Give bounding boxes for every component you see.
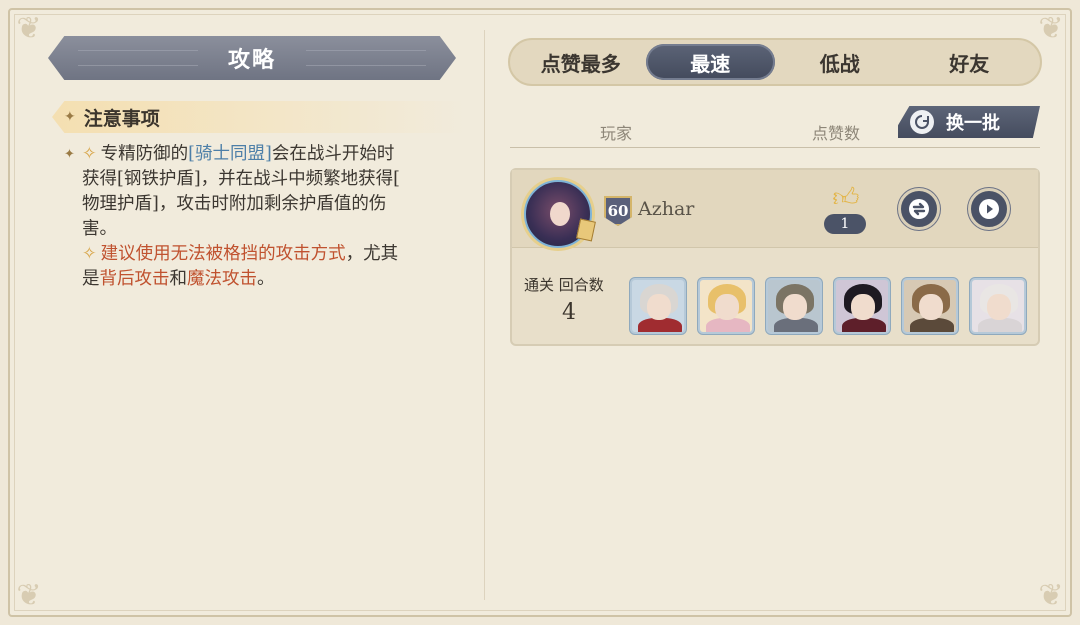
hero-body: [706, 318, 750, 332]
highlight-text: 背后攻击: [99, 269, 170, 289]
hero-portrait[interactable]: [630, 278, 686, 334]
hero-portrait[interactable]: [902, 278, 958, 334]
refresh-icon: [910, 110, 934, 134]
play-icon: [979, 199, 999, 219]
star-icon: ✧: [82, 244, 97, 264]
note-text: 获得[钢铁护盾]，并在战斗中频繁地获得[: [82, 169, 400, 189]
hero-body: [978, 318, 1022, 332]
card-player-row: 60 Azhar 👍︎ 1: [512, 170, 1038, 248]
banner-ornament: [306, 50, 426, 66]
avatar-face: [550, 202, 570, 226]
tab-friends[interactable]: 好友: [905, 44, 1035, 80]
header-divider: [510, 147, 1040, 148]
panel-divider: [484, 30, 485, 600]
tab-most-liked[interactable]: 点赞最多: [516, 44, 646, 80]
corner-ornament-icon: ❦: [16, 578, 42, 613]
sparkle-icon: ✦: [64, 109, 76, 125]
clear-turns-label: 通关 回合数: [524, 276, 604, 294]
hero-body: [638, 318, 682, 332]
note-text: ，尤其: [345, 244, 399, 264]
team-portraits: [630, 278, 1026, 334]
hero-portrait[interactable]: [766, 278, 822, 334]
hero-face: [919, 294, 943, 320]
note-text: 物理护盾]，攻击时附加剩余护盾值的伤: [82, 194, 387, 214]
bullet-icon: ✦: [64, 147, 75, 162]
hero-body: [842, 318, 886, 332]
likes-column-header: 点赞数: [812, 124, 861, 143]
banner-ornament: [78, 50, 198, 66]
tab-low-power[interactable]: 低战: [775, 44, 905, 80]
play-replay-button[interactable]: [968, 188, 1010, 230]
hero-face: [647, 294, 671, 320]
section-title: 注意事项: [83, 107, 160, 130]
note-text: 害。: [82, 219, 117, 239]
note-text: 会在战斗开始时: [271, 144, 395, 164]
list-header: 玩家 点赞数 换一批: [510, 106, 1040, 148]
hero-face: [783, 294, 807, 320]
refresh-label: 换一批: [946, 113, 1000, 134]
corner-ornament-icon: ❦: [1038, 11, 1064, 46]
like-count: 1: [824, 214, 866, 234]
player-column-header: 玩家: [600, 124, 633, 143]
player-name: Azhar: [638, 198, 695, 220]
hero-portrait[interactable]: [834, 278, 890, 334]
strategy-entry-card[interactable]: 60 Azhar 👍︎ 1 通关 回合数 4: [510, 168, 1040, 346]
note-text: 和: [169, 269, 188, 289]
avatar[interactable]: [524, 180, 596, 248]
corner-ornament-icon: ❦: [1038, 578, 1064, 613]
strategy-title-banner: 攻略: [48, 36, 456, 80]
like-button[interactable]: 👍︎ 1: [824, 184, 868, 234]
note-item: ✦ ✧ 专精防御的[骑士同盟]会在战斗开始时 获得[钢铁护盾]，并在战斗中频繁地获…: [64, 142, 464, 292]
highlight-text: 建议使用无法被格挡的攻击方式: [100, 244, 346, 264]
tab-fastest[interactable]: 最速: [645, 44, 775, 80]
notes-body: ✦ ✧ 专精防御的[骑士同盟]会在战斗开始时 获得[钢铁护盾]，并在战斗中频繁地获…: [64, 142, 464, 292]
note-text: 是: [82, 269, 100, 289]
sort-tabs: 点赞最多 最速 低战 好友: [508, 38, 1042, 86]
hero-body: [910, 318, 954, 332]
clear-turns-value: 4: [562, 300, 576, 325]
panel-title: 攻略: [227, 47, 276, 73]
swap-icon: [909, 199, 929, 219]
hero-face: [715, 294, 739, 320]
notes-section-header: ✦ 注意事项: [52, 101, 466, 133]
corner-ornament-icon: ❦: [16, 11, 42, 46]
hero-body: [774, 318, 818, 332]
ally-keyword: [骑士同盟]: [188, 144, 272, 164]
hero-face: [851, 294, 875, 320]
hero-portrait[interactable]: [698, 278, 754, 334]
note-text: 专精防御的: [100, 144, 189, 164]
swap-team-button[interactable]: [898, 188, 940, 230]
avatar-book-icon: [576, 218, 596, 242]
refresh-button[interactable]: 换一批: [898, 106, 1040, 138]
level-badge: 60: [604, 196, 632, 226]
note-text: 。: [257, 269, 275, 289]
star-icon: ✧: [82, 144, 97, 164]
thumbs-up-icon: 👍︎: [832, 183, 860, 213]
highlight-text: 魔法攻击: [187, 269, 257, 289]
hero-face: [987, 294, 1011, 320]
hero-portrait[interactable]: [970, 278, 1026, 334]
